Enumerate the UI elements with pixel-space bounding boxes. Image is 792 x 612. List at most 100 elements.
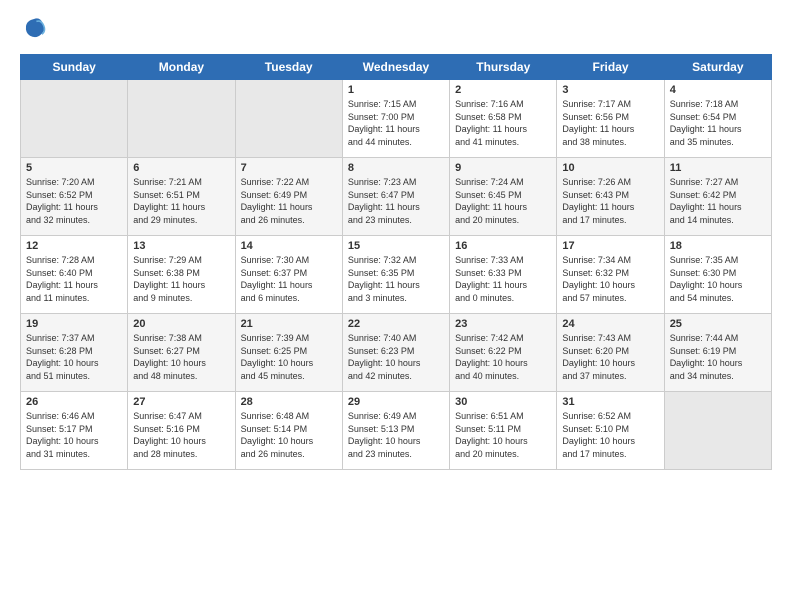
day-number: 13 (133, 240, 229, 252)
day-number: 12 (26, 240, 122, 252)
day-number: 16 (455, 240, 551, 252)
day-cell: 7 Sunrise: 7:22 AM Sunset: 6:49 PM Daylig… (235, 158, 342, 236)
day-info: Sunrise: 6:48 AM Sunset: 5:14 PM Dayligh… (241, 410, 337, 460)
day-number: 9 (455, 162, 551, 174)
day-number: 27 (133, 396, 229, 408)
day-cell: 27 Sunrise: 6:47 AM Sunset: 5:16 PM Dayli… (128, 392, 235, 470)
day-info: Sunrise: 7:32 AM Sunset: 6:35 PM Dayligh… (348, 254, 444, 304)
day-info: Sunrise: 7:33 AM Sunset: 6:33 PM Dayligh… (455, 254, 551, 304)
day-number: 25 (670, 318, 766, 330)
day-number: 31 (562, 396, 658, 408)
day-info: Sunrise: 7:17 AM Sunset: 6:56 PM Dayligh… (562, 98, 658, 148)
day-number: 6 (133, 162, 229, 174)
week-row-1: 1Sunrise: 7:15 AM Sunset: 7:00 PM Daylig… (21, 80, 772, 158)
day-number: 2 (455, 84, 551, 96)
day-cell: 2 Sunrise: 7:16 AM Sunset: 6:58 PM Daylig… (450, 80, 557, 158)
day-info: Sunrise: 7:16 AM Sunset: 6:58 PM Dayligh… (455, 98, 551, 148)
day-info: Sunrise: 7:24 AM Sunset: 6:45 PM Dayligh… (455, 176, 551, 226)
day-cell: 14Sunrise: 7:30 AM Sunset: 6:37 PM Dayli… (235, 236, 342, 314)
day-cell: 3 Sunrise: 7:17 AM Sunset: 6:56 PM Daylig… (557, 80, 664, 158)
day-number: 8 (348, 162, 444, 174)
day-number: 14 (241, 240, 337, 252)
week-row-5: 26 Sunrise: 6:46 AM Sunset: 5:17 PM Dayli… (21, 392, 772, 470)
day-number: 5 (26, 162, 122, 174)
day-cell: 15 Sunrise: 7:32 AM Sunset: 6:35 PM Dayli… (342, 236, 449, 314)
day-info: Sunrise: 7:29 AM Sunset: 6:38 PM Dayligh… (133, 254, 229, 304)
day-info: Sunrise: 7:18 AM Sunset: 6:54 PM Dayligh… (670, 98, 766, 148)
day-cell: 19Sunrise: 7:37 AM Sunset: 6:28 PM Dayli… (21, 314, 128, 392)
day-cell: 30 Sunrise: 6:51 AM Sunset: 5:11 PM Dayli… (450, 392, 557, 470)
day-info: Sunrise: 7:40 AM Sunset: 6:23 PM Dayligh… (348, 332, 444, 382)
day-cell (235, 80, 342, 158)
day-number: 10 (562, 162, 658, 174)
day-info: Sunrise: 7:44 AM Sunset: 6:19 PM Dayligh… (670, 332, 766, 382)
day-number: 24 (562, 318, 658, 330)
day-cell: 20 Sunrise: 7:38 AM Sunset: 6:27 PM Dayli… (128, 314, 235, 392)
day-number: 4 (670, 84, 766, 96)
weekday-header-friday: Friday (557, 55, 664, 80)
weekday-header-thursday: Thursday (450, 55, 557, 80)
day-cell: 4 Sunrise: 7:18 AM Sunset: 6:54 PM Daylig… (664, 80, 771, 158)
week-row-2: 5 Sunrise: 7:20 AM Sunset: 6:52 PM Daylig… (21, 158, 772, 236)
day-info: Sunrise: 7:39 AM Sunset: 6:25 PM Dayligh… (241, 332, 337, 382)
day-info: Sunrise: 6:49 AM Sunset: 5:13 PM Dayligh… (348, 410, 444, 460)
day-number: 23 (455, 318, 551, 330)
day-number: 26 (26, 396, 122, 408)
day-cell: 9 Sunrise: 7:24 AM Sunset: 6:45 PM Daylig… (450, 158, 557, 236)
day-info: Sunrise: 7:28 AM Sunset: 6:40 PM Dayligh… (26, 254, 122, 304)
weekday-header-saturday: Saturday (664, 55, 771, 80)
day-info: Sunrise: 7:35 AM Sunset: 6:30 PM Dayligh… (670, 254, 766, 304)
day-info: Sunrise: 7:34 AM Sunset: 6:32 PM Dayligh… (562, 254, 658, 304)
day-info: Sunrise: 6:46 AM Sunset: 5:17 PM Dayligh… (26, 410, 122, 460)
day-cell: 13 Sunrise: 7:29 AM Sunset: 6:38 PM Dayli… (128, 236, 235, 314)
day-number: 28 (241, 396, 337, 408)
weekday-header-wednesday: Wednesday (342, 55, 449, 80)
day-info: Sunrise: 7:43 AM Sunset: 6:20 PM Dayligh… (562, 332, 658, 382)
day-info: Sunrise: 7:22 AM Sunset: 6:49 PM Dayligh… (241, 176, 337, 226)
week-row-4: 19Sunrise: 7:37 AM Sunset: 6:28 PM Dayli… (21, 314, 772, 392)
day-number: 7 (241, 162, 337, 174)
day-number: 21 (241, 318, 337, 330)
weekday-header-sunday: Sunday (21, 55, 128, 80)
day-info: Sunrise: 7:20 AM Sunset: 6:52 PM Dayligh… (26, 176, 122, 226)
day-info: Sunrise: 7:15 AM Sunset: 7:00 PM Dayligh… (348, 98, 444, 148)
day-cell (128, 80, 235, 158)
day-number: 18 (670, 240, 766, 252)
day-cell: 17 Sunrise: 7:34 AM Sunset: 6:32 PM Dayli… (557, 236, 664, 314)
day-number: 11 (670, 162, 766, 174)
day-cell (664, 392, 771, 470)
day-info: Sunrise: 7:38 AM Sunset: 6:27 PM Dayligh… (133, 332, 229, 382)
calendar-table: SundayMondayTuesdayWednesdayThursdayFrid… (20, 54, 772, 470)
day-cell: 1Sunrise: 7:15 AM Sunset: 7:00 PM Daylig… (342, 80, 449, 158)
day-number: 30 (455, 396, 551, 408)
day-cell: 16 Sunrise: 7:33 AM Sunset: 6:33 PM Dayli… (450, 236, 557, 314)
day-cell: 18 Sunrise: 7:35 AM Sunset: 6:30 PM Dayli… (664, 236, 771, 314)
day-number: 15 (348, 240, 444, 252)
day-cell: 21 Sunrise: 7:39 AM Sunset: 6:25 PM Dayli… (235, 314, 342, 392)
day-cell: 24 Sunrise: 7:43 AM Sunset: 6:20 PM Dayli… (557, 314, 664, 392)
day-cell: 31Sunrise: 6:52 AM Sunset: 5:10 PM Dayli… (557, 392, 664, 470)
day-info: Sunrise: 7:27 AM Sunset: 6:42 PM Dayligh… (670, 176, 766, 226)
day-number: 17 (562, 240, 658, 252)
day-cell: 29 Sunrise: 6:49 AM Sunset: 5:13 PM Dayli… (342, 392, 449, 470)
logo (20, 15, 46, 44)
week-row-3: 12 Sunrise: 7:28 AM Sunset: 6:40 PM Dayli… (21, 236, 772, 314)
day-info: Sunrise: 7:23 AM Sunset: 6:47 PM Dayligh… (348, 176, 444, 226)
day-info: Sunrise: 6:47 AM Sunset: 5:16 PM Dayligh… (133, 410, 229, 460)
weekday-header-monday: Monday (128, 55, 235, 80)
page-header (20, 15, 772, 44)
day-info: Sunrise: 7:26 AM Sunset: 6:43 PM Dayligh… (562, 176, 658, 226)
day-cell: 22Sunrise: 7:40 AM Sunset: 6:23 PM Dayli… (342, 314, 449, 392)
calendar-page: SundayMondayTuesdayWednesdayThursdayFrid… (0, 0, 792, 612)
day-number: 3 (562, 84, 658, 96)
logo-icon (22, 15, 46, 39)
weekday-header-row: SundayMondayTuesdayWednesdayThursdayFrid… (21, 55, 772, 80)
day-info: Sunrise: 6:51 AM Sunset: 5:11 PM Dayligh… (455, 410, 551, 460)
day-number: 20 (133, 318, 229, 330)
day-cell: 10 Sunrise: 7:26 AM Sunset: 6:43 PM Dayli… (557, 158, 664, 236)
day-cell: 11 Sunrise: 7:27 AM Sunset: 6:42 PM Dayli… (664, 158, 771, 236)
day-cell: 25 Sunrise: 7:44 AM Sunset: 6:19 PM Dayli… (664, 314, 771, 392)
day-cell: 26 Sunrise: 6:46 AM Sunset: 5:17 PM Dayli… (21, 392, 128, 470)
day-cell: 12 Sunrise: 7:28 AM Sunset: 6:40 PM Dayli… (21, 236, 128, 314)
day-number: 29 (348, 396, 444, 408)
